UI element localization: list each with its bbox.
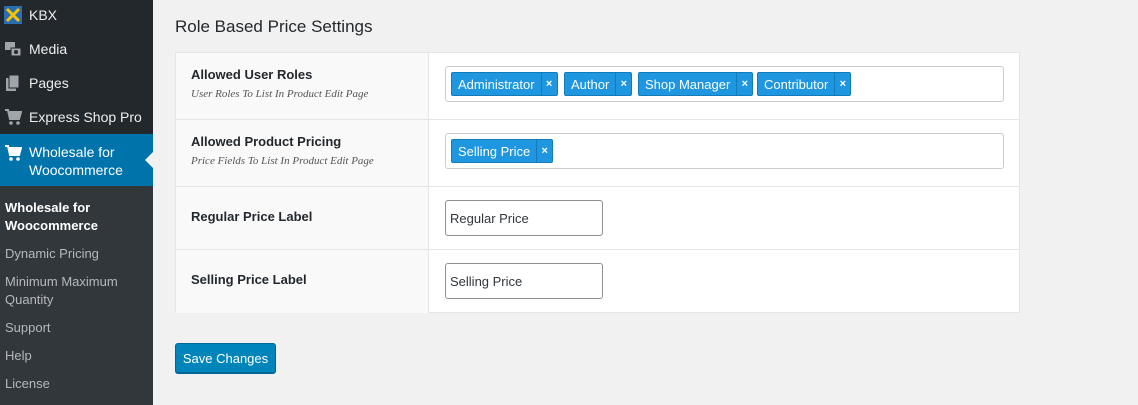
media-icon	[3, 39, 23, 59]
field-label: Allowed User Roles	[191, 67, 313, 82]
sidebar-item-express-shop-pro[interactable]: Express Shop Pro	[0, 101, 153, 133]
submenu-item-dynamic-pricing[interactable]: Dynamic Pricing	[5, 245, 150, 263]
sidebar-item-kbx[interactable]: KBX	[0, 0, 153, 30]
sidebar-item-label: Pages	[29, 75, 69, 91]
remove-tag-icon[interactable]: ×	[736, 73, 752, 95]
sidebar-item-label: Wholesale for Woocommerce	[29, 144, 123, 178]
field-label: Selling Price Label	[191, 272, 307, 287]
page-title: Role Based Price Settings	[175, 17, 373, 36]
submenu-item-wholesale[interactable]: Wholesale for Woocommerce	[5, 199, 150, 235]
row-selling-price-label: Selling Price Label	[176, 250, 1019, 313]
regular-price-label-input[interactable]	[445, 200, 603, 236]
selling-price-label-input[interactable]	[445, 263, 603, 299]
remove-tag-icon[interactable]: ×	[536, 140, 552, 162]
kbx-logo-icon	[3, 5, 23, 25]
sidebar-submenu: Wholesale for Woocommerce Dynamic Pricin…	[0, 186, 153, 405]
remove-tag-icon[interactable]: ×	[834, 73, 850, 95]
settings-form-table: Allowed User Roles User Roles To List In…	[175, 52, 1020, 313]
user-roles-select[interactable]: Administrator × Author × Shop Manager × …	[445, 66, 1004, 102]
sidebar-item-label: KBX	[29, 7, 58, 23]
sidebar-item-media[interactable]: Media	[0, 33, 153, 65]
pages-icon	[3, 73, 23, 93]
save-changes-button[interactable]: Save Changes	[175, 343, 276, 373]
tag-contributor: Contributor ×	[757, 72, 852, 96]
field-description: Price Fields To List In Product Edit Pag…	[191, 155, 374, 167]
field-label: Regular Price Label	[191, 209, 313, 224]
sidebar-item-pages[interactable]: Pages	[0, 67, 153, 99]
admin-sidebar: KBX Media Pages Express Shop Pro Wholesa…	[0, 0, 153, 405]
submenu-item-support[interactable]: Support	[5, 319, 150, 337]
field-label: Allowed Product Pricing	[191, 134, 342, 149]
remove-tag-icon[interactable]: ×	[540, 73, 557, 95]
row-allowed-user-roles: Allowed User Roles User Roles To List In…	[176, 53, 1019, 120]
cart-icon	[3, 143, 23, 163]
submenu-item-min-max-quantity[interactable]: Minimum Maximum Quantity	[5, 273, 150, 309]
remove-tag-icon[interactable]: ×	[615, 73, 631, 95]
submenu-item-help[interactable]: Help	[5, 347, 150, 365]
tag-administrator: Administrator ×	[451, 72, 558, 96]
tag-author: Author ×	[564, 72, 633, 96]
submenu-item-license[interactable]: License	[5, 375, 150, 393]
tag-shop-manager: Shop Manager ×	[638, 72, 754, 96]
sidebar-item-label: Media	[29, 41, 68, 57]
row-allowed-product-pricing: Allowed Product Pricing Price Fields To …	[176, 120, 1019, 187]
tag-selling-price: Selling Price ×	[451, 139, 554, 163]
row-regular-price-label: Regular Price Label	[176, 187, 1019, 250]
field-description: User Roles To List In Product Edit Page	[191, 88, 369, 100]
sidebar-item-label: Express Shop Pro	[29, 109, 142, 125]
product-pricing-select[interactable]: Selling Price ×	[445, 133, 1004, 169]
cart-icon	[3, 107, 23, 127]
sidebar-item-wholesale[interactable]: Wholesale for Woocommerce	[0, 134, 153, 186]
